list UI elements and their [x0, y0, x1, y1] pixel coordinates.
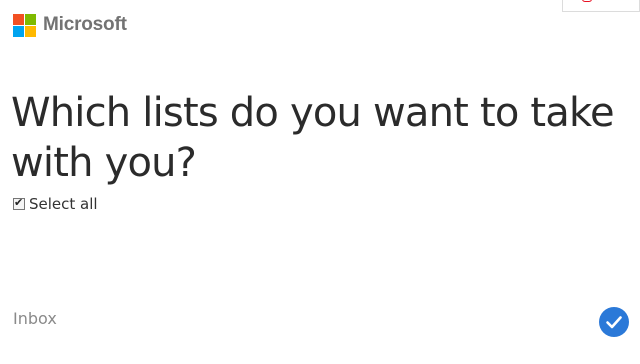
microsoft-logo: Microsoft [13, 13, 127, 37]
microsoft-logo-icon [13, 13, 36, 37]
office-app-button[interactable] [562, 0, 640, 12]
select-all-label: Select all [29, 195, 98, 213]
brand-name: Microsoft [43, 14, 127, 35]
checkmark-icon [606, 316, 622, 329]
office-icon [582, 0, 592, 2]
select-all-checkbox[interactable]: ✔ Select all [13, 195, 98, 213]
list-item-inbox[interactable]: Inbox [0, 300, 640, 344]
page-title: Which lists do you want to take with you… [11, 90, 615, 186]
checkmark-circle-icon[interactable] [599, 307, 629, 337]
list-item-name: Inbox [13, 309, 57, 328]
checkbox-box[interactable]: ✔ [13, 196, 25, 210]
checkmark-icon: ✔ [14, 196, 24, 209]
